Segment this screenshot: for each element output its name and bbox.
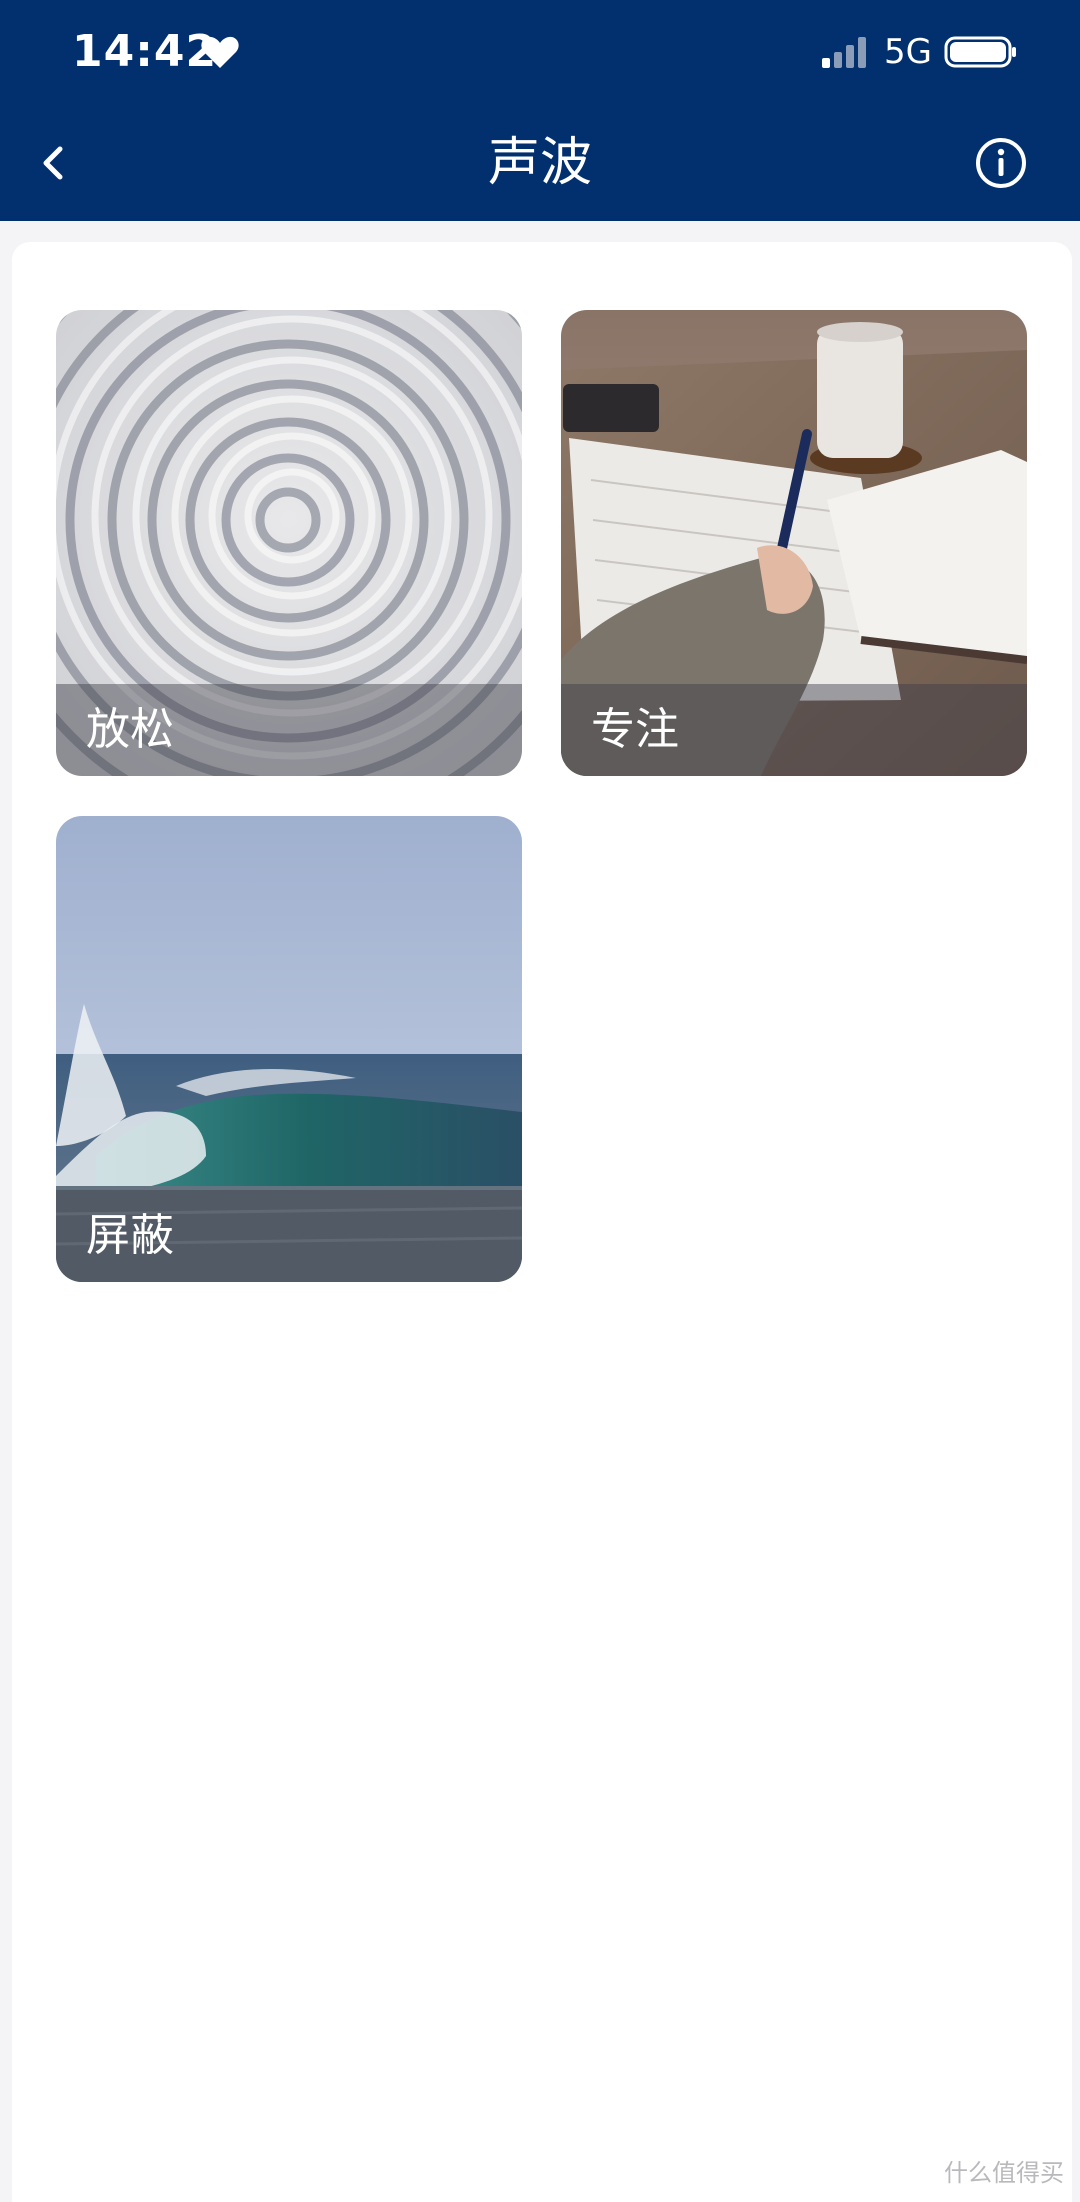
card-label-shield: 屏蔽: [86, 1210, 174, 1261]
status-bar: 14:42 5G: [0, 0, 1080, 105]
card-label-relax: 放松: [86, 704, 174, 755]
signal-icon: [822, 37, 866, 68]
heart-icon: [201, 36, 239, 68]
nav-bar: 声波: [0, 105, 1080, 221]
card-label-focus: 专注: [591, 704, 679, 755]
info-icon: [976, 138, 1026, 188]
sound-list-panel: 放松 专注 屏蔽: [12, 242, 1072, 2202]
page-title: 声波: [487, 133, 592, 193]
sound-card-relax[interactable]: 放松: [56, 310, 522, 776]
battery-icon: [944, 36, 1016, 68]
info-button[interactable]: [972, 134, 1030, 192]
card-label-bar: 屏蔽: [56, 1190, 522, 1282]
sound-card-shield[interactable]: 屏蔽: [56, 816, 522, 1282]
status-time: 14:42: [72, 26, 218, 77]
card-label-bar: 专注: [561, 684, 1027, 776]
sound-card-focus[interactable]: 专注: [561, 310, 1027, 776]
network-label: 5G: [884, 32, 932, 72]
watermark: 什么值得买: [944, 2159, 1064, 2187]
card-label-bar: 放松: [56, 684, 522, 776]
app-header: 14:42 5G 声波: [0, 0, 1080, 221]
